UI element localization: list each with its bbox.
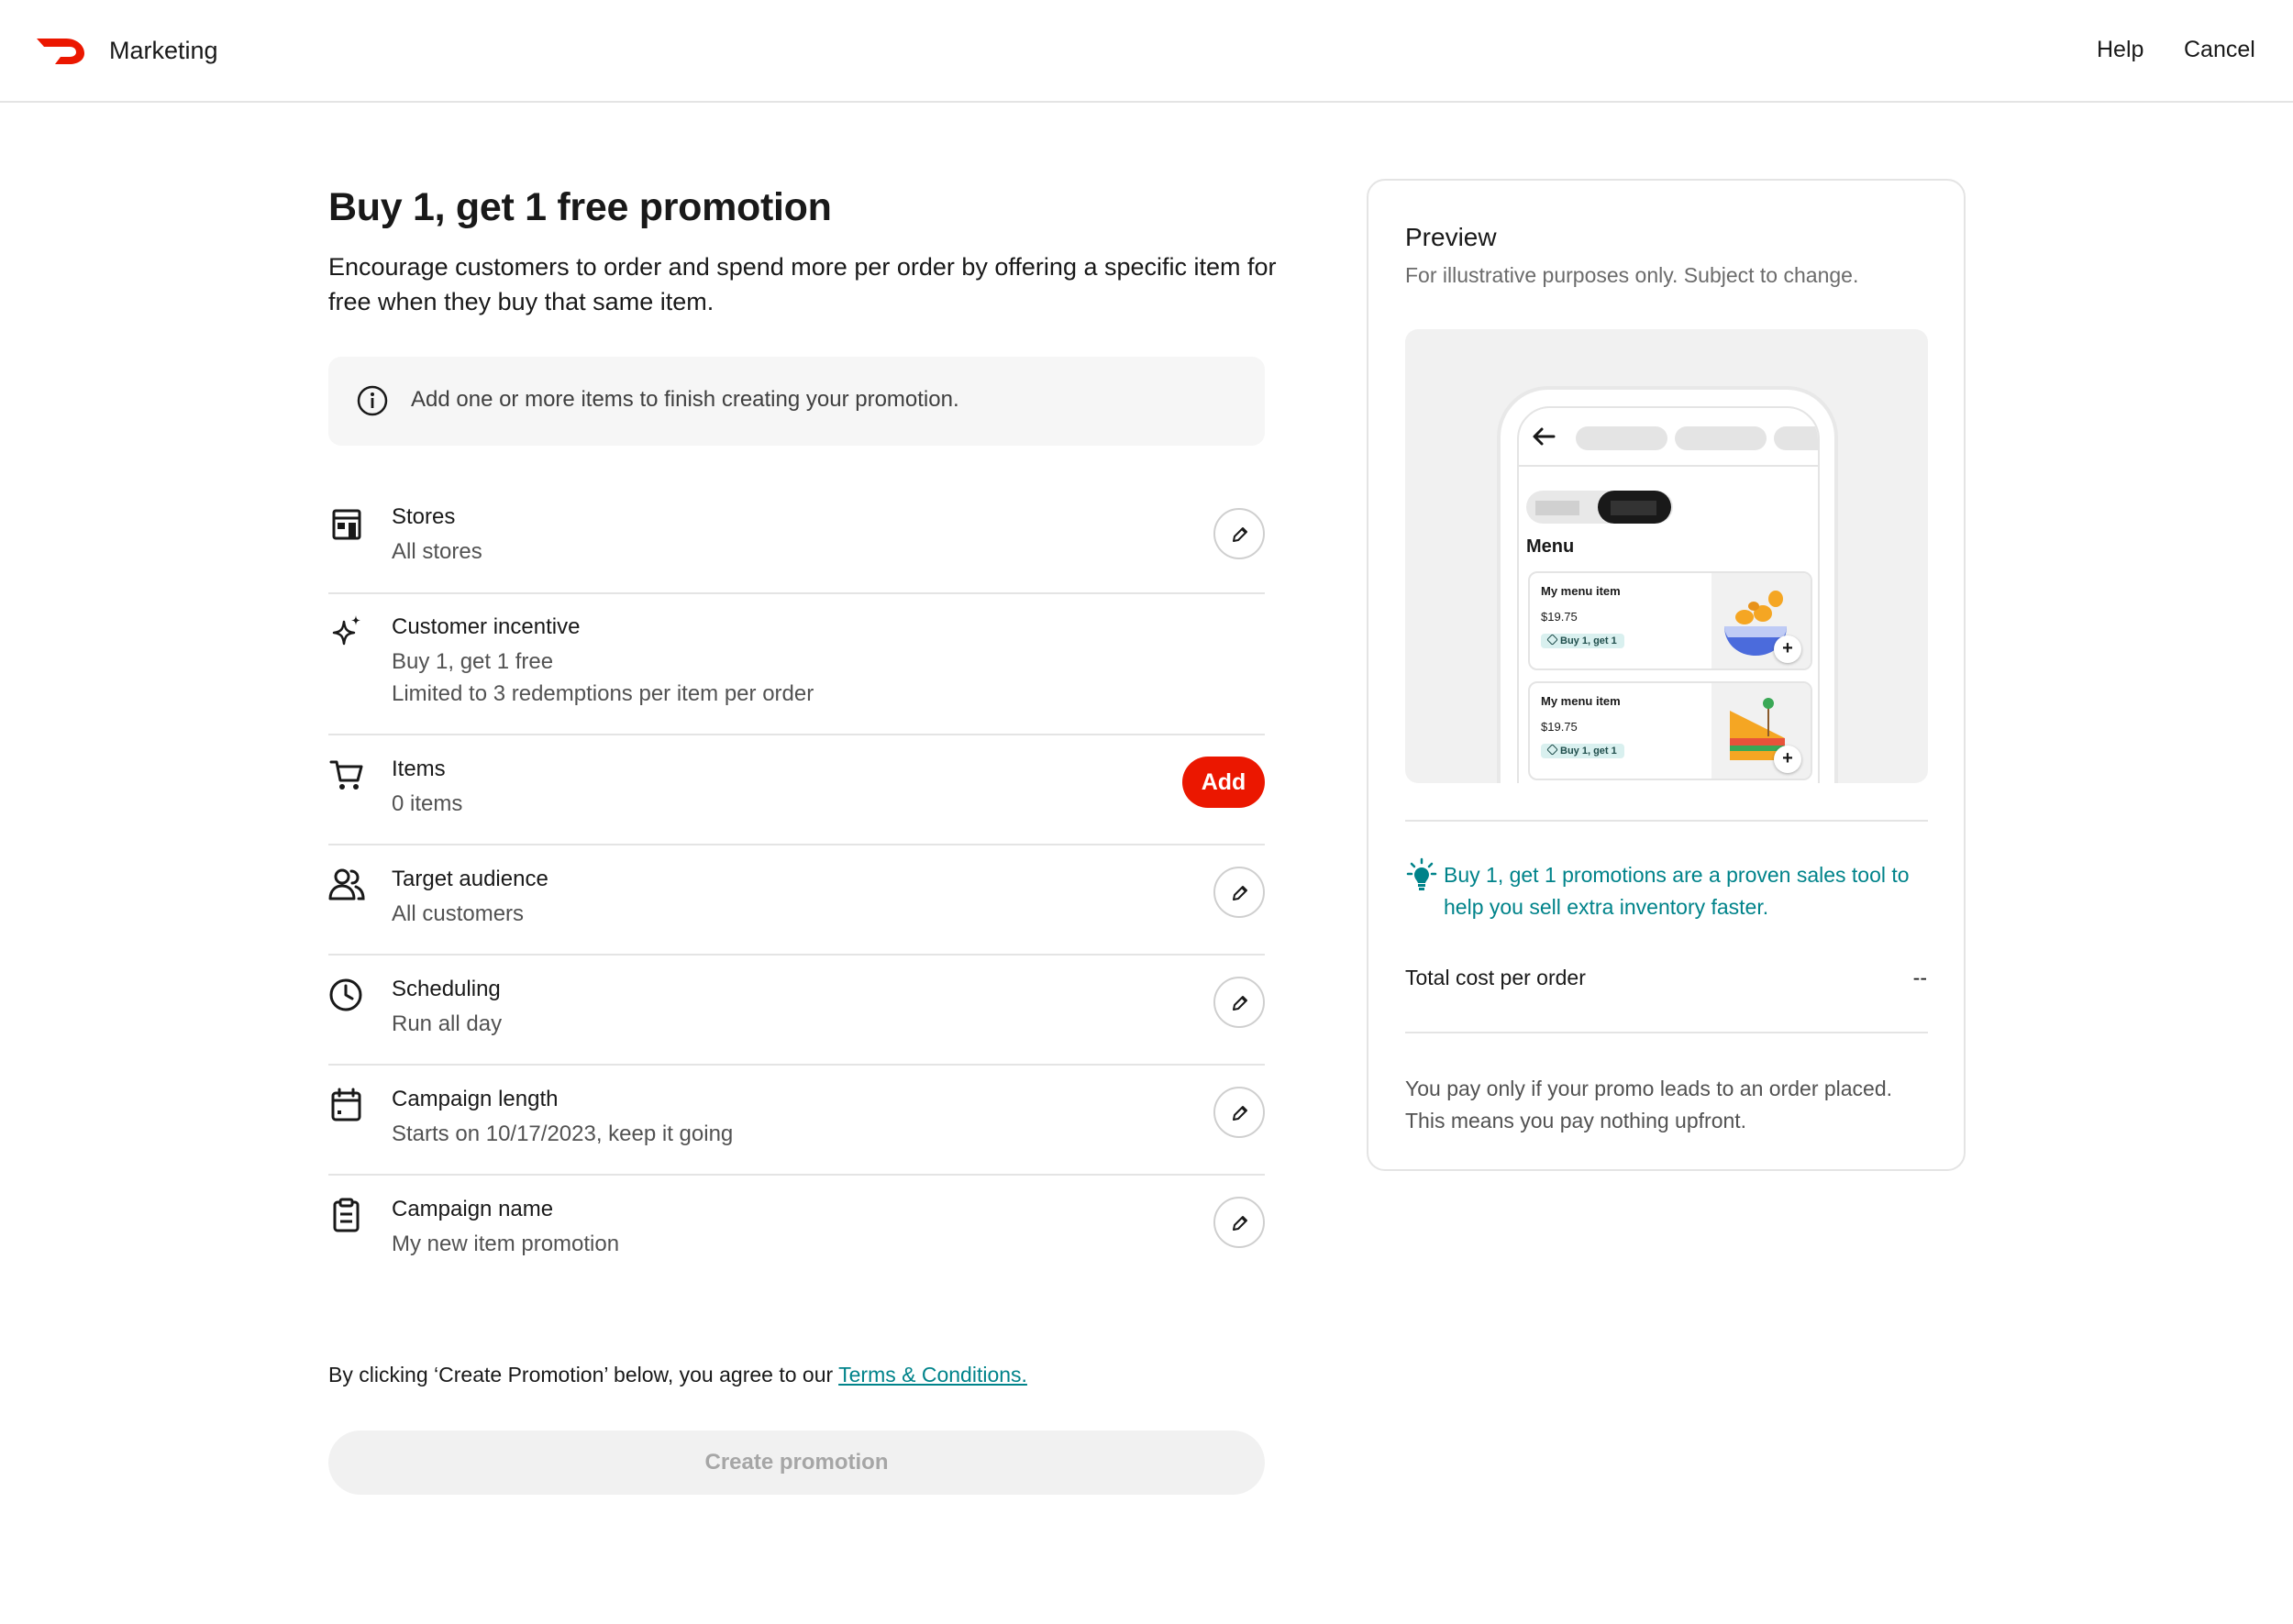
sparkle-icon: [332, 615, 360, 646]
pencil-icon: [1233, 886, 1247, 900]
pencil-icon: [1233, 527, 1247, 542]
menu-item-image: +: [1711, 573, 1811, 668]
terms-prefix: By clicking ‘Create Promotion’ below, yo…: [328, 1363, 839, 1386]
menu-item-badge-text: Buy 1, get 1: [1560, 746, 1617, 757]
menu-item-badge: Buy 1, get 1: [1541, 634, 1624, 648]
row-campaign-length: Campaign length Starts on 10/17/2023, ke…: [328, 1087, 1265, 1176]
row-sub-target-audience: All customers: [392, 901, 525, 926]
menu-item-price: $19.75: [1541, 610, 1578, 624]
row-title-campaign-name: Campaign name: [392, 1197, 554, 1221]
row-title-campaign-length: Campaign length: [392, 1087, 559, 1111]
row-title-target-audience: Target audience: [392, 867, 548, 891]
phone-placeholder-pill: [1774, 426, 1818, 450]
edit-campaign-length-button[interactable]: [1213, 1087, 1265, 1138]
row-sub-campaign-name: My new item promotion: [392, 1232, 620, 1256]
pencil-icon: [1233, 996, 1247, 1011]
phone-placeholder-pill: [1576, 426, 1667, 450]
row-title-items: Items: [392, 757, 446, 781]
promo-tip-text: Buy 1, get 1 promotions are a proven sal…: [1444, 863, 1910, 919]
lightbulb-icon: [1406, 857, 1437, 890]
info-icon: [357, 385, 388, 416]
people-icon: [328, 868, 365, 900]
tag-icon: [1546, 634, 1558, 646]
row-scheduling: Scheduling Run all day: [328, 977, 1265, 1066]
pencil-icon: [1233, 1216, 1247, 1231]
row-sub-stores: All stores: [392, 539, 482, 564]
cart-icon: [329, 760, 363, 790]
tag-icon: [1546, 744, 1558, 756]
menu-item-name: My menu item: [1541, 694, 1621, 708]
menu-item-badge: Buy 1, get 1: [1541, 744, 1624, 758]
info-banner: Add one or more items to finish creating…: [328, 357, 1265, 446]
phone-toggle-placeholder: [1535, 501, 1579, 515]
menu-item-price: $19.75: [1541, 720, 1578, 734]
terms-link[interactable]: Terms & Conditions.: [838, 1363, 1027, 1386]
menu-item-badge-text: Buy 1, get 1: [1560, 635, 1617, 646]
menu-item-name: My menu item: [1541, 584, 1621, 598]
calendar-icon: [331, 1088, 361, 1121]
clock-icon: [329, 978, 362, 1011]
row-campaign-name: Campaign name My new item promotion: [328, 1197, 1265, 1270]
add-items-button[interactable]: Add: [1182, 757, 1265, 808]
menu-item-image: +: [1711, 683, 1811, 779]
phone-divider: [1519, 465, 1818, 467]
row-sub-campaign-length: Starts on 10/17/2023, keep it going: [392, 1121, 734, 1146]
cancel-link[interactable]: Cancel: [2184, 37, 2255, 63]
phone-mockup: Menu My menu item $19.75 Buy 1, get 1 + …: [1497, 386, 1838, 783]
help-link[interactable]: Help: [2097, 37, 2143, 63]
top-bar: Marketing Help Cancel: [0, 0, 2293, 103]
phone-toggle-active-placeholder: [1611, 501, 1656, 515]
phone-screen: Menu My menu item $19.75 Buy 1, get 1 + …: [1517, 406, 1820, 783]
phone-menu-card: My menu item $19.75 Buy 1, get 1 +: [1528, 571, 1812, 670]
row-sub-items: 0 items: [392, 791, 463, 816]
preview-title: Preview: [1405, 223, 1497, 251]
terms-text: By clicking ‘Create Promotion’ below, yo…: [328, 1363, 1027, 1387]
edit-scheduling-button[interactable]: [1213, 977, 1265, 1028]
row-customer-incentive: Customer incentive Buy 1, get 1 free Lim…: [328, 614, 1265, 735]
create-promotion-button[interactable]: Create promotion: [328, 1431, 1265, 1495]
add-item-plus-icon: +: [1774, 635, 1801, 663]
row-target-audience: Target audience All customers: [328, 867, 1265, 956]
pencil-icon: [1233, 1106, 1247, 1121]
row-items: Items 0 items Add: [328, 757, 1265, 845]
preview-image: Menu My menu item $19.75 Buy 1, get 1 + …: [1405, 329, 1928, 783]
add-item-plus-icon: +: [1774, 746, 1801, 773]
page-title: Buy 1, get 1 free promotion: [328, 185, 832, 229]
preview-subtitle: For illustrative purposes only. Subject …: [1405, 263, 1859, 287]
row-sub-scheduling: Run all day: [392, 1011, 503, 1036]
pay-note: You pay only if your promo leads to an o…: [1405, 1077, 1893, 1132]
row-stores: Stores All stores: [328, 504, 1265, 594]
edit-stores-button[interactable]: [1213, 508, 1265, 559]
store-icon: [332, 509, 361, 540]
preview-divider: [1405, 1032, 1928, 1033]
phone-menu-heading: Menu: [1526, 536, 1575, 557]
preview-card: Preview For illustrative purposes only. …: [1367, 179, 1966, 1171]
row-sub-incentive-limit: Limited to 3 redemptions per item per or…: [392, 681, 814, 706]
info-banner-text: Add one or more items to finish creating…: [411, 387, 959, 412]
row-title-customer-incentive: Customer incentive: [392, 614, 581, 639]
row-title-stores: Stores: [392, 504, 456, 529]
edit-target-audience-button[interactable]: [1213, 867, 1265, 918]
total-cost-label: Total cost per order: [1405, 966, 1586, 989]
row-title-scheduling: Scheduling: [392, 977, 501, 1001]
total-cost-value: --: [1912, 966, 1927, 989]
app-title: Marketing: [109, 37, 218, 64]
back-arrow-icon: [1533, 427, 1556, 446]
edit-campaign-name-button[interactable]: [1213, 1197, 1265, 1248]
phone-menu-card: My menu item $19.75 Buy 1, get 1 +: [1528, 681, 1812, 780]
phone-placeholder-pill: [1675, 426, 1767, 450]
row-sub-incentive-offer: Buy 1, get 1 free: [392, 649, 554, 674]
clipboard-icon: [333, 1198, 360, 1232]
page-description: Encourage customers to order and spend m…: [328, 253, 1277, 315]
preview-divider: [1405, 820, 1928, 822]
doordash-logo-icon[interactable]: [35, 35, 86, 66]
